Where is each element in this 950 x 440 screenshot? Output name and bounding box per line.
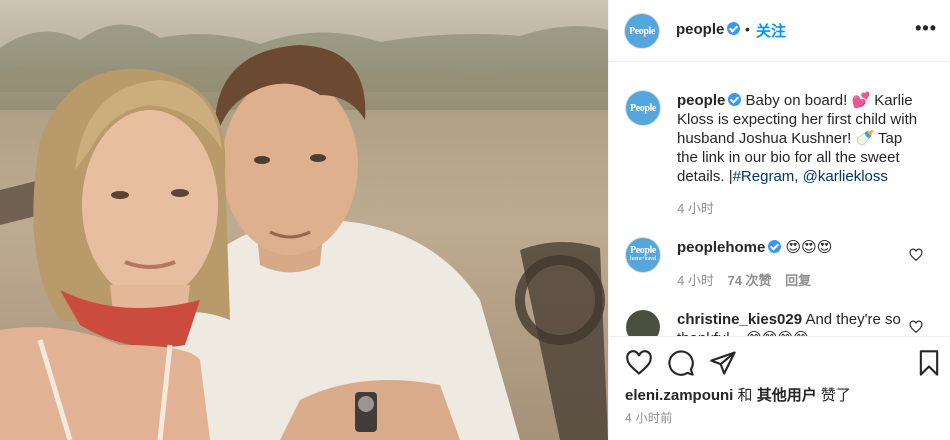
liked-by-others[interactable]: 其他用户: [757, 387, 817, 404]
liked-by-suffix: 赞了: [816, 387, 851, 404]
verified-badge-icon: [728, 93, 742, 106]
comment-time[interactable]: 4 小时: [677, 273, 714, 288]
comment-like-heart-icon[interactable]: [909, 320, 923, 334]
comment-text: christine_kies029 And they're so thankfu…: [677, 310, 927, 336]
follow-button[interactable]: 关注: [756, 20, 786, 41]
commenter-avatar[interactable]: [626, 310, 660, 336]
commenter-avatar[interactable]: People home+travel: [626, 238, 660, 272]
author-username[interactable]: people: [676, 21, 741, 38]
author-avatar-text: People: [629, 25, 655, 37]
author-avatar[interactable]: People: [625, 14, 659, 48]
more-options-icon[interactable]: •••: [915, 18, 937, 39]
liked-by-connector: 和: [733, 387, 757, 404]
pink-hearts-emoji: 💕: [851, 92, 871, 109]
baby-bottle-emoji: 🍼: [855, 130, 875, 147]
post-header: People people • 关注 •••: [609, 0, 950, 62]
caption-avatar[interactable]: People: [626, 91, 660, 125]
caption-text-1: Baby on board!: [745, 92, 852, 109]
post-photo[interactable]: [0, 0, 608, 440]
post-detail-panel: People people • 关注 ••• People people Bab…: [608, 0, 950, 440]
comment-body: And they're: [805, 311, 881, 328]
hashtag-link[interactable]: #Regram: [733, 168, 795, 185]
heart-outline-icon[interactable]: [625, 349, 653, 377]
comment-body: 😍😍😍: [785, 239, 833, 256]
post-timestamp[interactable]: 4 小时前: [625, 409, 673, 426]
paper-plane-icon[interactable]: [709, 349, 737, 377]
caption-time[interactable]: 4 小时: [677, 201, 714, 216]
author-username-text: people: [676, 21, 725, 38]
commenter-avatar-text: People: [630, 245, 656, 256]
photo-illustration: [0, 0, 608, 440]
comment-username[interactable]: christine_kies029: [677, 311, 802, 328]
verified-badge-icon: [727, 22, 741, 35]
comment-likes[interactable]: 74 次赞: [727, 273, 771, 288]
commenter-avatar-sub: home+travel: [630, 256, 656, 262]
caption-text: people Baby on board! 💕 Karlie Kloss is …: [677, 91, 927, 186]
verified-badge-icon: [768, 240, 782, 253]
bookmark-icon[interactable]: [915, 349, 943, 377]
caption-meta: 4 小时: [677, 198, 724, 217]
caption-avatar-text: People: [630, 102, 656, 114]
header-separator: •: [745, 21, 750, 37]
post-actions: eleni.zampouni 和 其他用户 赞了 4 小时前: [609, 336, 950, 440]
caption-username[interactable]: people: [677, 92, 725, 109]
mention-link[interactable]: @karliekloss: [803, 168, 888, 185]
liked-by: eleni.zampouni 和 其他用户 赞了: [625, 384, 851, 405]
comment-text: peoplehome 😍😍😍: [677, 238, 927, 257]
comment-meta: 4 小时 74 次赞 回复: [677, 270, 821, 289]
comments-list[interactable]: People people Baby on board! 💕 Karlie Kl…: [609, 63, 950, 336]
reply-button[interactable]: 回复: [785, 273, 811, 288]
comment-bubble-icon[interactable]: [667, 349, 695, 377]
comment-like-heart-icon[interactable]: [909, 248, 923, 262]
comment-username[interactable]: peoplehome: [677, 239, 765, 256]
liked-by-user[interactable]: eleni.zampouni: [625, 387, 733, 404]
caption-separator: ,: [794, 168, 803, 185]
